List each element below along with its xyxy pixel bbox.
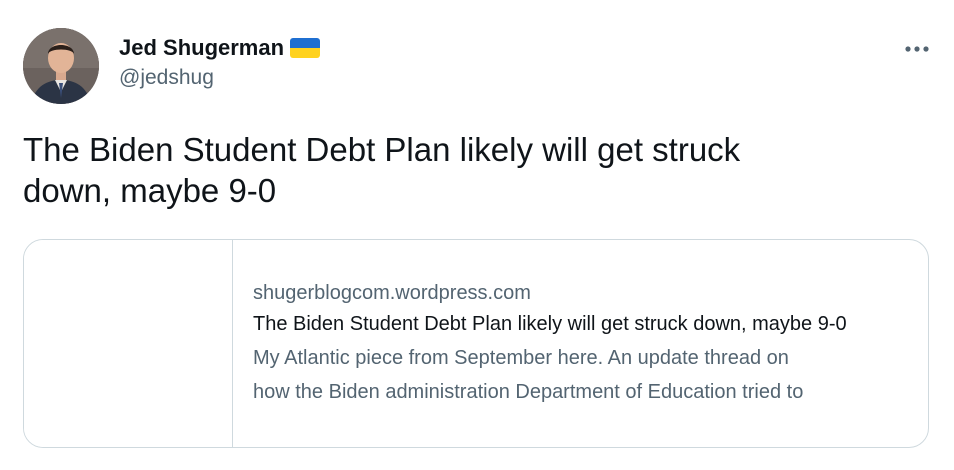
- link-card-description-line-2: how the Biden administration Department …: [253, 381, 804, 403]
- ukraine-flag-icon: [290, 38, 321, 58]
- author-block: Jed Shugerman @jedshug: [119, 34, 321, 92]
- author-name-row: Jed Shugerman: [119, 34, 321, 62]
- link-card-domain: shugerblogcom.wordpress.com: [253, 282, 531, 304]
- author-handle[interactable]: @jedshug: [119, 64, 320, 92]
- more-horizontal-icon: [905, 46, 929, 52]
- link-card-title: The Biden Student Debt Plan likely will …: [253, 313, 847, 335]
- tweet-text-line-1: The Biden Student Debt Plan likely will …: [23, 131, 741, 168]
- link-card-description: My Atlantic piece from September here. A…: [253, 341, 908, 409]
- tweet-text: The Biden Student Debt Plan likely will …: [23, 129, 903, 211]
- link-card-thumbnail: [24, 240, 233, 447]
- tweet-text-line-2: down, maybe 9-0: [23, 172, 277, 209]
- link-card-description-line-1: My Atlantic piece from September here. A…: [253, 347, 789, 369]
- link-card-body: shugerblogcom.wordpress.com The Biden St…: [233, 240, 928, 447]
- avatar[interactable]: [23, 28, 99, 104]
- avatar-photo: [23, 28, 99, 104]
- author-display-name[interactable]: Jed Shugerman: [119, 34, 284, 62]
- flag-yellow-stripe: [290, 48, 321, 58]
- more-options-button[interactable]: [902, 34, 932, 64]
- link-preview-card[interactable]: shugerblogcom.wordpress.com The Biden St…: [23, 239, 929, 448]
- flag-blue-stripe: [290, 38, 321, 48]
